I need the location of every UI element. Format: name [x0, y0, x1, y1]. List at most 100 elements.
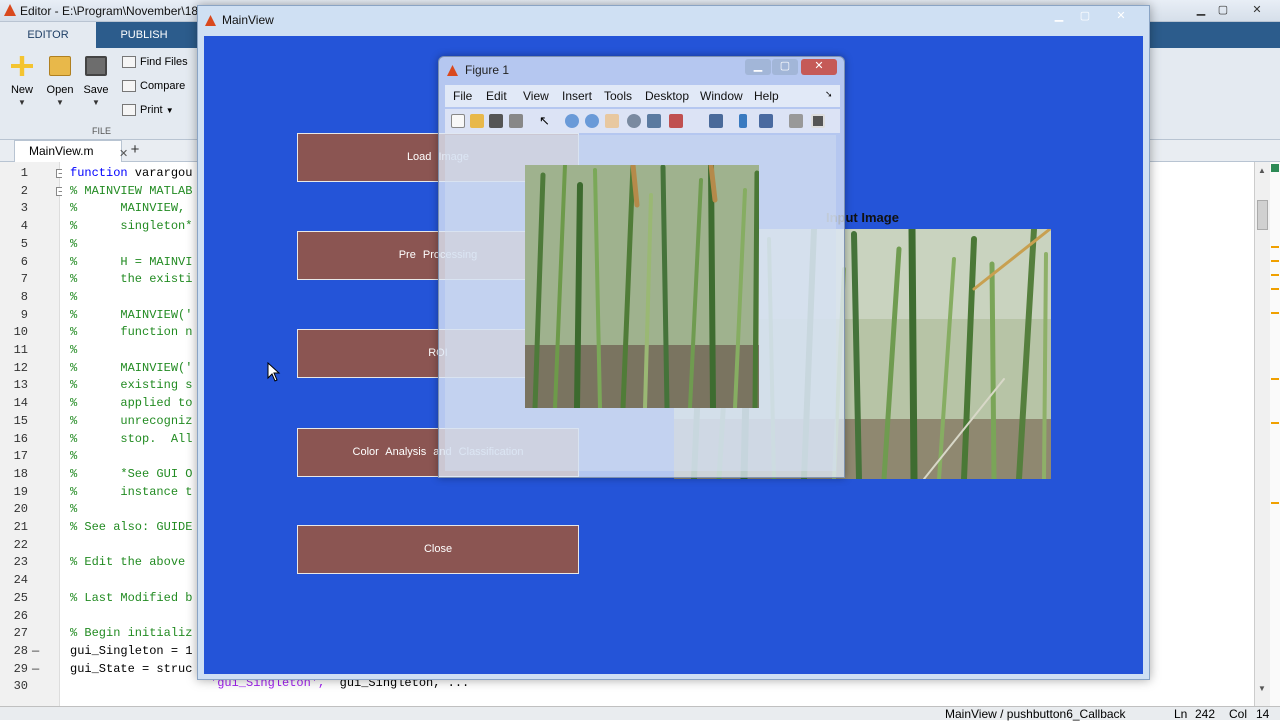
pan-icon[interactable]: [605, 114, 619, 128]
warning-mark[interactable]: [1271, 312, 1279, 314]
menu-view[interactable]: View: [523, 89, 549, 103]
hide-plot-tools-icon[interactable]: [789, 114, 803, 128]
data-cursor-icon[interactable]: [647, 114, 661, 128]
insert-legend-icon[interactable]: [759, 114, 773, 128]
code-comment: % MAINVIEW(': [70, 307, 193, 322]
brush-icon[interactable]: [669, 114, 683, 128]
scroll-down-icon[interactable]: ▼: [1258, 684, 1266, 693]
menu-tools[interactable]: Tools: [604, 89, 632, 103]
save-button[interactable]: Save ▼: [78, 56, 114, 107]
figure-canvas: [445, 135, 836, 471]
warning-mark[interactable]: [1271, 288, 1279, 290]
close-icon[interactable]: ✕: [801, 59, 837, 75]
warning-mark[interactable]: [1271, 502, 1279, 504]
line-number: 28: [13, 643, 28, 658]
compare-button[interactable]: Compare: [122, 80, 185, 93]
code-comment: %: [70, 236, 78, 251]
edit-plot-icon[interactable]: ↖: [539, 114, 553, 128]
tab-mainview-m[interactable]: MainView.m ✕: [14, 140, 128, 162]
breakpoint-dash[interactable]: —: [32, 644, 39, 658]
print-button[interactable]: Print ▼: [122, 104, 174, 117]
menu-file[interactable]: File: [453, 89, 472, 103]
find-files-label: Find Files: [140, 56, 188, 68]
scroll-up-icon[interactable]: ▲: [1258, 166, 1266, 175]
minimize-icon[interactable]: ▁: [745, 59, 771, 75]
line-number: 9: [20, 307, 28, 322]
add-tab-button[interactable]: +: [126, 141, 144, 158]
code-comment: % the existi: [70, 272, 193, 287]
warning-mark[interactable]: [1271, 274, 1279, 276]
rotate-3d-icon[interactable]: [627, 114, 641, 128]
menu-desktop[interactable]: Desktop: [645, 89, 689, 103]
code-line: % instance t: [70, 485, 192, 499]
code-text: gui_State = struc: [70, 661, 193, 676]
warning-mark[interactable]: [1271, 260, 1279, 262]
line-number: 30: [13, 679, 28, 694]
warning-mark[interactable]: [1271, 246, 1279, 248]
warning-mark[interactable]: [1271, 378, 1279, 380]
zoom-out-icon[interactable]: [585, 114, 599, 128]
code-line: % existing s: [70, 378, 192, 392]
zoom-in-icon[interactable]: [565, 114, 579, 128]
code-comment: % MAINVIEW MATLAB: [70, 183, 193, 198]
tab-editor[interactable]: EDITOR: [0, 22, 96, 48]
tab-publish[interactable]: PUBLISH: [96, 22, 192, 48]
warning-mark[interactable]: [1271, 422, 1279, 424]
status-col-value: 14: [1256, 707, 1270, 721]
minimize-icon[interactable]: ▁: [1190, 2, 1212, 18]
print-icon[interactable]: [509, 114, 523, 128]
code-comment: %: [70, 343, 78, 357]
new-button[interactable]: New ▼: [4, 56, 40, 107]
print-label: Print: [140, 104, 163, 116]
line-number: 3: [20, 201, 28, 216]
chevron-down-icon[interactable]: ▼: [166, 106, 174, 115]
menu-overflow-icon[interactable]: ➘: [825, 89, 833, 100]
find-files-icon: [122, 56, 136, 69]
new-figure-icon[interactable]: [451, 114, 465, 128]
chevron-down-icon[interactable]: ▼: [4, 98, 40, 107]
menu-edit[interactable]: Edit: [486, 89, 507, 103]
line-number-gutter: 1−2−3 4 5 6 7 8 9 10 11 12 13 14 15 16 17 18 19 20 21 22 23 2…: [0, 162, 65, 706]
link-plot-icon[interactable]: [709, 114, 723, 128]
maximize-icon[interactable]: ▢: [772, 59, 798, 75]
code-text: varargou: [127, 166, 193, 180]
code-comment: % H = MAINVI: [70, 254, 193, 269]
code-line: % applied to: [70, 396, 192, 410]
close-button[interactable]: Close: [297, 525, 579, 574]
save-icon[interactable]: [489, 114, 503, 128]
minimize-icon[interactable]: ▁: [1048, 8, 1070, 24]
chevron-down-icon[interactable]: ▼: [78, 98, 114, 107]
code-line: % MAINVIEW MATLAB: [70, 184, 192, 198]
maximize-icon[interactable]: ▢: [1212, 2, 1234, 18]
analyzer-status-icon[interactable]: [1271, 164, 1279, 172]
insert-colorbar-icon[interactable]: [739, 114, 747, 128]
code-line: %: [70, 449, 77, 463]
find-files-button[interactable]: Find Files: [122, 56, 188, 69]
maximize-icon[interactable]: ▢: [1074, 8, 1096, 24]
line-number: 29: [13, 661, 28, 676]
close-icon[interactable]: ✕: [1110, 8, 1132, 24]
vertical-scrollbar[interactable]: ▲ ▼: [1254, 162, 1270, 706]
code-line: % MAINVIEW(': [70, 361, 192, 375]
line-number: 20: [13, 502, 28, 517]
line-number: 5: [20, 236, 28, 251]
show-plot-tools-icon[interactable]: [811, 114, 825, 128]
open-button[interactable]: Open ▼: [42, 56, 78, 107]
line-number: 8: [20, 289, 28, 304]
breakpoint-dash[interactable]: —: [32, 662, 39, 676]
open-folder-icon[interactable]: [470, 114, 484, 128]
status-function: MainView / pushbutton6_Callback: [945, 707, 1126, 721]
figure1-title: Figure 1: [465, 63, 510, 77]
code-line: % MAINVIEW,: [70, 201, 185, 215]
code-comment: % applied to: [70, 396, 193, 411]
menu-help[interactable]: Help: [754, 89, 779, 103]
code-line: % Edit the above: [70, 555, 185, 569]
chevron-down-icon[interactable]: ▼: [42, 98, 78, 107]
close-icon[interactable]: ✕: [1246, 2, 1268, 18]
status-ln-value: 242: [1195, 707, 1216, 721]
code-comment: % Last Modified b: [70, 590, 193, 605]
menu-window[interactable]: Window: [700, 89, 743, 103]
scrollbar-thumb[interactable]: [1257, 200, 1268, 230]
menu-insert[interactable]: Insert: [562, 89, 592, 103]
line-number: 17: [13, 449, 28, 464]
